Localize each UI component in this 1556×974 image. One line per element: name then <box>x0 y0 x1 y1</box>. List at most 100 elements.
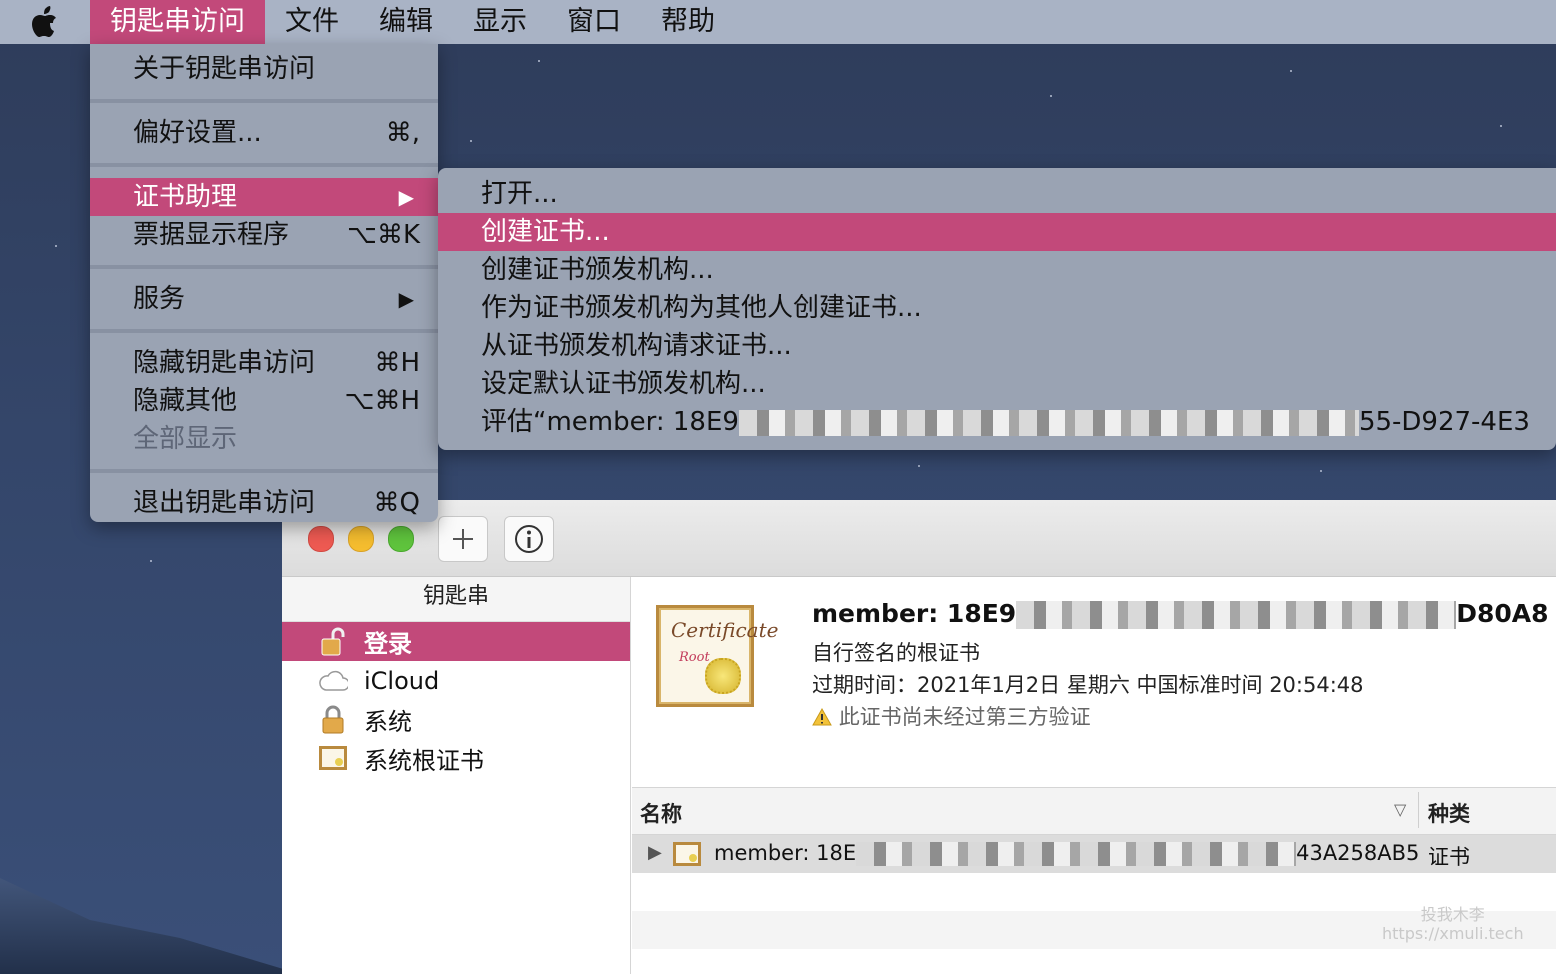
unlocked-padlock-icon <box>318 627 348 657</box>
column-header-kind[interactable]: 种类 <box>1428 798 1470 828</box>
menu-shortcut: ⌥⌘H <box>344 386 420 416</box>
window-toolbar <box>282 500 1556 577</box>
menu-window[interactable]: 窗口 <box>547 0 641 44</box>
sidebar-item-icloud[interactable]: iCloud <box>282 661 630 700</box>
menu-item-services[interactable]: 服务 ▶ <box>90 280 438 318</box>
close-button[interactable] <box>308 526 334 552</box>
menu-item-show-all[interactable]: 全部显示 <box>90 420 438 458</box>
submenu-item-request-from-ca[interactable]: 从证书颁发机构请求证书... <box>438 327 1556 365</box>
star <box>1050 95 1052 97</box>
star <box>538 60 540 62</box>
menu-shortcut: ⌘H <box>374 348 420 378</box>
certificate-large-icon: Certificate Root <box>656 605 778 707</box>
submenu-arrow-icon: ▶ <box>398 287 414 311</box>
submenu-item-evaluate[interactable]: 评估“member: 18E9 55-D927-4E3 <box>438 403 1556 441</box>
items-table: 名称 ▽ 种类 ▶ member: 18E 43A258AB5 证书 <box>632 787 1556 974</box>
menu-item-hide[interactable]: 隐藏钥匙串访问 ⌘H <box>90 344 438 382</box>
menu-separator <box>90 329 438 333</box>
disclosure-triangle-icon[interactable]: ▶ <box>648 842 662 863</box>
info-button[interactable] <box>504 516 554 562</box>
menu-item-label: 作为证书颁发机构为其他人创建证书... <box>481 293 922 323</box>
redacted-block <box>856 842 1297 866</box>
redacted-block <box>738 409 1359 436</box>
mountain-silhouette <box>0 878 300 974</box>
padlock-icon <box>318 705 348 735</box>
menu-item-preferences[interactable]: 偏好设置... ⌘, <box>90 114 438 152</box>
menu-view[interactable]: 显示 <box>453 0 547 44</box>
submenu-item-create-certificate[interactable]: 创建证书... <box>438 213 1556 251</box>
star <box>918 465 920 467</box>
row-name: member: 18E 43A258AB5 <box>714 841 1419 866</box>
certificate-detail: Certificate Root member: 18E9 D80A8 FE 自行… <box>632 577 1556 787</box>
menu-help[interactable]: 帮助 <box>641 0 735 44</box>
plus-icon <box>453 529 473 549</box>
menu-item-label: 偏好设置... <box>133 118 262 148</box>
warning-icon <box>812 707 832 726</box>
star <box>150 560 152 562</box>
menu-item-quit[interactable]: 退出钥匙串访问 ⌘Q <box>90 484 438 522</box>
certificate-root-word: Root <box>679 650 710 665</box>
apple-menu-icon[interactable] <box>0 0 90 44</box>
submenu-item-create-for-others[interactable]: 作为证书颁发机构为其他人创建证书... <box>438 289 1556 327</box>
menu-item-label: 设定默认证书颁发机构... <box>481 369 766 399</box>
certificate-assistant-submenu: 打开... 创建证书... 创建证书颁发机构... 作为证书颁发机构为其他人创建… <box>438 168 1556 450</box>
star <box>1290 70 1292 72</box>
submenu-item-open[interactable]: 打开... <box>438 175 1556 213</box>
certificate-expiry: 过期时间：2021年1月2日 星期六 中国标准时间 20:54:48 <box>812 673 1364 697</box>
submenu-item-create-ca[interactable]: 创建证书颁发机构... <box>438 251 1556 289</box>
column-header-name[interactable]: 名称 <box>640 798 682 828</box>
row-name-suffix: 43A258AB5 <box>1296 841 1420 865</box>
title-suffix: D80A8 FE <box>1456 599 1556 628</box>
certificate-icon <box>672 841 702 872</box>
certificate-icon <box>318 744 348 774</box>
column-divider[interactable] <box>1418 792 1419 828</box>
minimize-button[interactable] <box>348 526 374 552</box>
menu-item-label: 证书助理 <box>133 182 238 212</box>
menu-item-hide-others[interactable]: 隐藏其他 ⌥⌘H <box>90 382 438 420</box>
seal-icon <box>705 658 741 694</box>
menu-keychain-access[interactable]: 钥匙串访问 <box>90 0 265 44</box>
sidebar-item-label: 系统根证书 <box>364 747 484 775</box>
menu-edit[interactable]: 编辑 <box>359 0 453 44</box>
menu-item-label: 服务 <box>133 284 186 314</box>
star <box>55 245 57 247</box>
row-kind: 证书 <box>1428 845 1470 869</box>
evaluate-suffix: 55-D927-4E3 <box>1358 407 1530 437</box>
add-button[interactable] <box>438 516 488 562</box>
sidebar-item-login[interactable]: 登录 <box>282 622 630 661</box>
sort-chevron-icon[interactable]: ▽ <box>1394 800 1406 819</box>
menu-bar: 钥匙串访问 文件 编辑 显示 窗口 帮助 <box>0 0 1556 44</box>
sidebar-item-label: iCloud <box>364 666 440 695</box>
submenu-item-set-default-ca[interactable]: 设定默认证书颁发机构... <box>438 365 1556 403</box>
star <box>470 140 472 142</box>
sidebar-header: 钥匙串 <box>282 577 630 622</box>
sidebar-item-system[interactable]: 系统 <box>282 700 630 739</box>
menu-separator <box>90 469 438 473</box>
menu-item-about[interactable]: 关于钥匙串访问 <box>90 50 438 88</box>
title-prefix: member: 18E9 <box>812 599 1017 628</box>
redacted-block <box>1016 601 1457 629</box>
warning-text: 此证书尚未经过第三方验证 <box>838 705 1091 729</box>
menu-item-label: 隐藏其他 <box>133 386 238 416</box>
menu-item-ticket-viewer[interactable]: 票据显示程序 ⌥⌘K <box>90 216 438 254</box>
menu-separator <box>90 163 438 167</box>
menu-item-label: 退出钥匙串访问 <box>133 488 316 518</box>
table-header: 名称 ▽ 种类 <box>632 787 1556 835</box>
zoom-button[interactable] <box>388 526 414 552</box>
menu-item-label: 从证书颁发机构请求证书... <box>481 331 792 361</box>
keychain-window: 钥匙串 登录 iCloud 系统 系统根证书 Certificate Root … <box>282 500 1556 974</box>
menu-file[interactable]: 文件 <box>265 0 359 44</box>
menu-item-certificate-assistant[interactable]: 证书助理 ▶ <box>90 178 438 216</box>
sidebar-item-label: 登录 <box>364 630 412 658</box>
menu-separator <box>90 99 438 103</box>
star <box>1320 470 1322 472</box>
certificate-warning: 此证书尚未经过第三方验证 <box>812 701 1091 731</box>
certificate-word: Certificate <box>671 618 779 642</box>
sidebar-item-label: 系统 <box>364 708 412 736</box>
certificate-title: member: 18E9 D80A8 FE <box>812 599 1556 629</box>
sidebar-item-system-roots[interactable]: 系统根证书 <box>282 739 630 778</box>
menu-item-label: 创建证书... <box>481 217 610 247</box>
table-row[interactable]: ▶ member: 18E 43A258AB5 证书 <box>632 835 1556 873</box>
app-menu-dropdown: 关于钥匙串访问 偏好设置... ⌘, 证书助理 ▶ 票据显示程序 ⌥⌘K 服务 ▶ 隐藏… <box>90 44 438 522</box>
watermark-line2: https://xmuli.tech <box>1382 924 1524 943</box>
